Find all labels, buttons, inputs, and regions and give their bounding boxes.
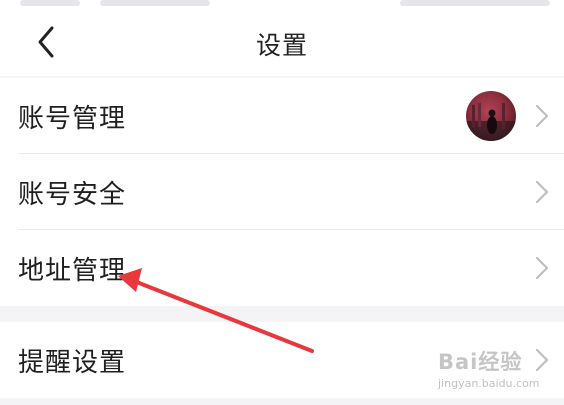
watermark: Bai经验 jingyan.baidu.com [436, 344, 562, 394]
watermark-brand: Bai经验 [438, 350, 523, 374]
watermark-url: jingyan.baidu.com [438, 377, 540, 390]
